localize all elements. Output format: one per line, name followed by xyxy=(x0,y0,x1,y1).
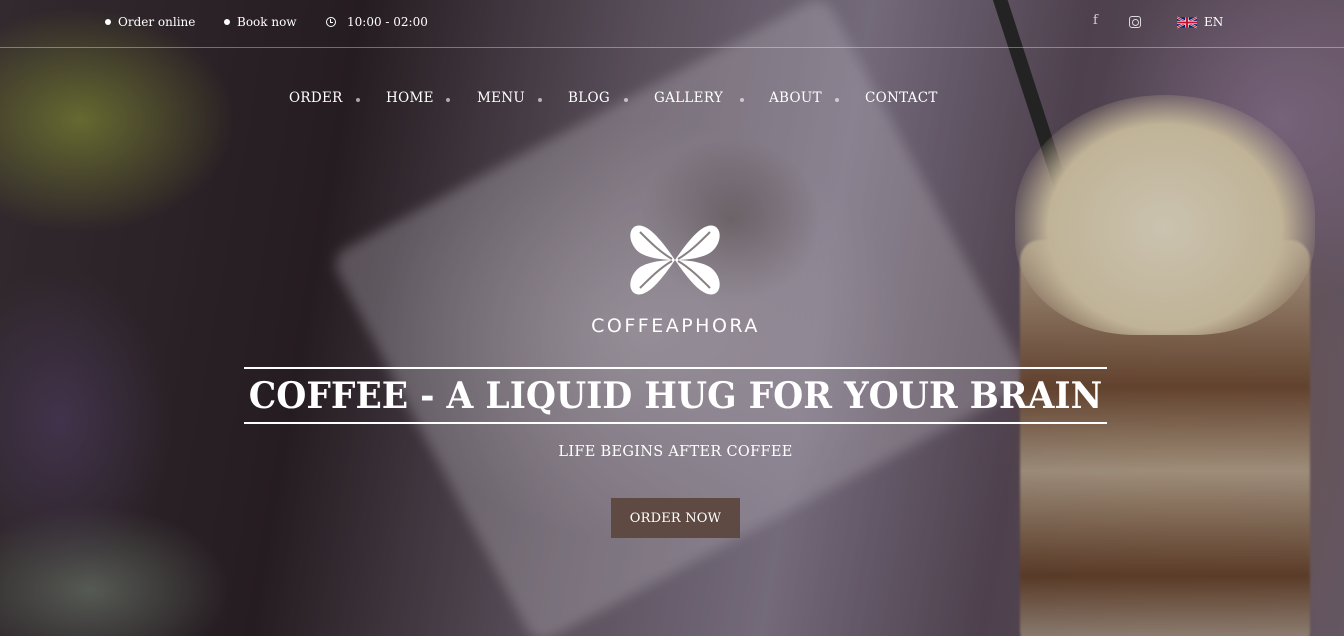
order-online-label: Order online xyxy=(118,15,196,29)
nav-item-order[interactable]: ORDER xyxy=(289,90,343,106)
headline-frame: COFFEE - A LIQUID HUG FOR YOUR BRAIN xyxy=(244,367,1107,424)
nav-separator xyxy=(446,98,450,102)
main-nav: ORDER HOME MENU BLOG GALLERY ABOUT CONTA… xyxy=(0,90,1344,110)
nav-item-gallery[interactable]: GALLERY xyxy=(654,90,723,106)
order-now-button[interactable]: ORDER NOW xyxy=(611,498,740,538)
hero-headline: COFFEE - A LIQUID HUG FOR YOUR BRAIN xyxy=(248,374,1103,417)
nav-separator xyxy=(835,98,839,102)
nav-item-menu[interactable]: MENU xyxy=(477,90,525,106)
clock-icon xyxy=(326,17,336,27)
facebook-icon[interactable]: f xyxy=(1093,13,1098,28)
brand-name: COFFEAPHORA xyxy=(591,315,760,337)
dot-icon xyxy=(224,19,230,25)
nav-separator xyxy=(538,98,542,102)
nav-item-home[interactable]: HOME xyxy=(386,90,434,106)
hours-label: 10:00 - 02:00 xyxy=(347,15,428,29)
nav-item-about[interactable]: ABOUT xyxy=(769,90,822,106)
order-online-link[interactable]: Order online xyxy=(105,15,195,29)
book-now-link[interactable]: Book now xyxy=(224,15,297,29)
language-label: EN xyxy=(1204,15,1224,29)
top-bar: Order online Book now 10:00 - 02:00 f EN xyxy=(0,0,1344,48)
instagram-link[interactable] xyxy=(1129,16,1141,32)
nav-separator xyxy=(356,98,360,102)
nav-separator xyxy=(740,98,744,102)
dot-icon xyxy=(105,19,111,25)
language-selector[interactable]: EN xyxy=(1177,15,1223,29)
opening-hours: 10:00 - 02:00 xyxy=(326,15,428,29)
coffeaphora-logo-icon xyxy=(630,225,720,295)
nav-item-blog[interactable]: BLOG xyxy=(568,90,610,106)
book-now-label: Book now xyxy=(237,15,297,29)
nav-item-contact[interactable]: CONTACT xyxy=(865,90,938,106)
nav-separator xyxy=(624,98,628,102)
uk-flag-icon xyxy=(1177,16,1197,28)
instagram-icon xyxy=(1129,16,1141,28)
hero-subhead: LIFE BEGINS AFTER COFFEE xyxy=(558,444,793,460)
